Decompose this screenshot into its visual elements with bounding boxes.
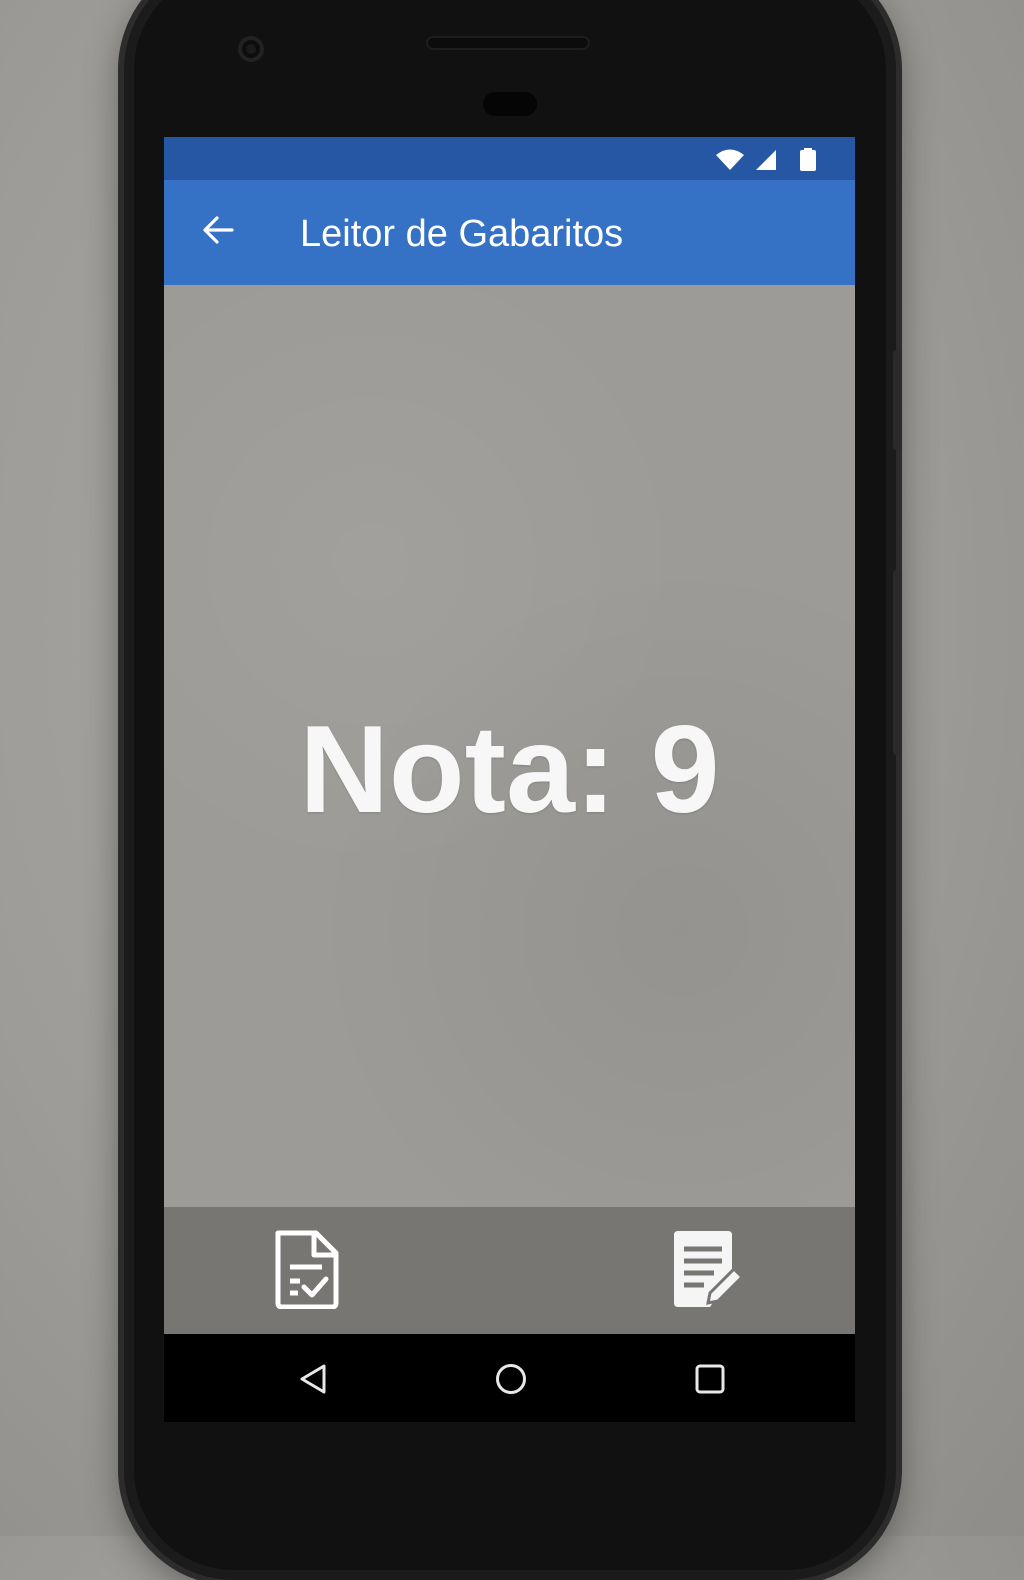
nav-recents-icon xyxy=(695,1364,725,1394)
status-bar xyxy=(164,137,855,180)
wifi-icon xyxy=(716,149,744,170)
nav-back-icon xyxy=(300,1364,326,1394)
result-view: Nota: 9 xyxy=(164,285,855,1207)
app-title: Leitor de Gabaritos xyxy=(300,213,624,255)
nav-home-button[interactable] xyxy=(486,1354,536,1404)
proximity-sensor xyxy=(483,92,537,116)
front-camera xyxy=(238,36,264,62)
nav-home-icon xyxy=(496,1364,526,1394)
bottom-action-bar xyxy=(164,1207,855,1334)
app-bar: Leitor de Gabaritos xyxy=(164,180,855,285)
power-button xyxy=(893,350,901,450)
nav-back-button[interactable] xyxy=(288,1354,338,1404)
screen: Leitor de Gabaritos Nota: 9 xyxy=(164,137,855,1422)
edit-document-icon xyxy=(674,1231,745,1307)
status-icons xyxy=(715,148,817,172)
answer-sheet-check-icon xyxy=(275,1230,339,1309)
answer-sheet-button[interactable] xyxy=(263,1225,351,1313)
earpiece-speaker xyxy=(426,36,590,50)
score-text: Nota: 9 xyxy=(299,701,720,839)
edit-answer-key-button[interactable] xyxy=(664,1225,752,1313)
nav-recents-button[interactable] xyxy=(685,1354,735,1404)
volume-button xyxy=(893,570,901,755)
back-button[interactable] xyxy=(190,202,246,258)
arrow-back-icon xyxy=(203,216,234,244)
cellular-signal-icon xyxy=(756,150,776,170)
battery-icon xyxy=(800,148,816,171)
system-navigation-bar xyxy=(164,1334,855,1422)
